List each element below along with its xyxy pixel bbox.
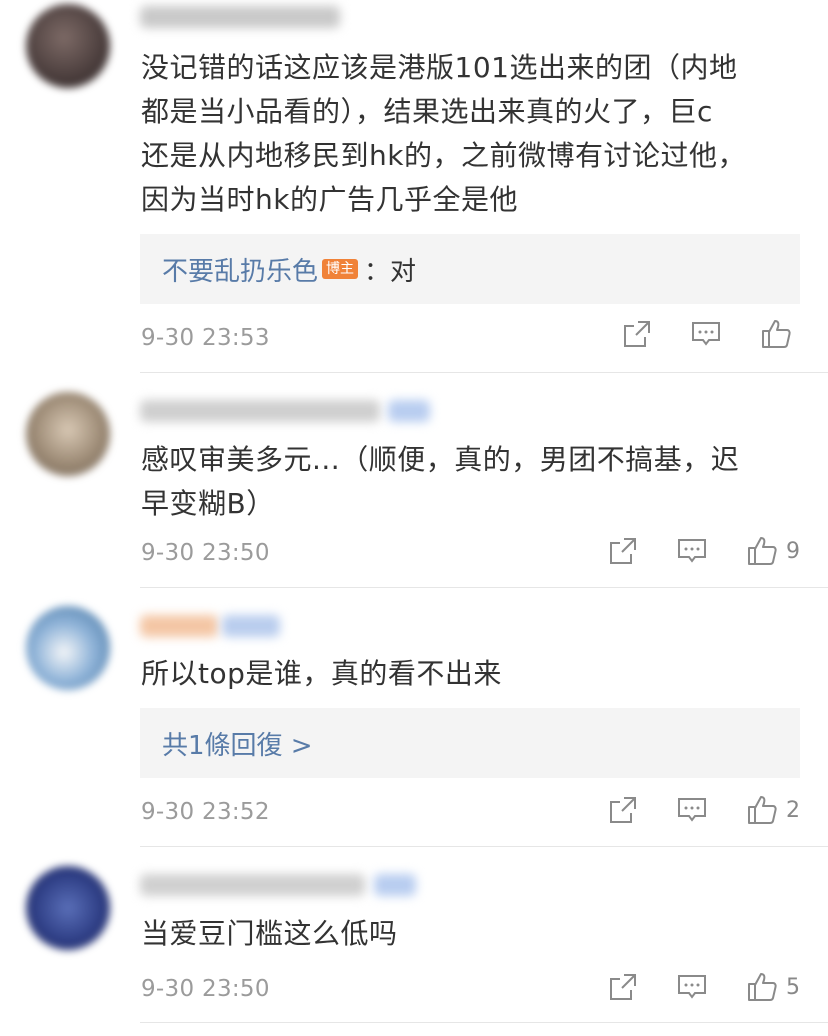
like-count: 2 <box>786 797 800 823</box>
view-replies-link[interactable]: 共1條回復 > <box>162 725 313 762</box>
like-count: 5 <box>786 974 800 1000</box>
member-badge-blurred <box>222 615 280 637</box>
comment-text: 没记错的话这应该是港版101选出来的团（内地 都是当小品看的），结果选出来真的火… <box>141 51 746 216</box>
comment-button[interactable] <box>690 319 722 349</box>
comment-text: 感叹审美多元...（顺便，真的，男团不搞基，迟 早变糊B） <box>141 443 740 520</box>
comment-time: 9-30 23:50 <box>141 540 270 566</box>
username-blurred[interactable] <box>140 400 380 422</box>
comment-icon <box>678 798 706 822</box>
share-icon <box>610 797 636 823</box>
reply-author-name[interactable]: 不要乱扔乐色 <box>162 251 318 288</box>
verified-badge-blurred <box>388 400 430 422</box>
username-blurred[interactable] <box>140 874 365 896</box>
share-button[interactable] <box>622 319 652 349</box>
comment-icon <box>678 539 706 563</box>
reply-text: ：对 <box>364 256 417 287</box>
share-button[interactable] <box>608 972 638 1002</box>
comment-button[interactable] <box>676 795 708 825</box>
comment-time: 9-30 23:53 <box>141 325 270 351</box>
comment-button[interactable] <box>676 972 708 1002</box>
comment-actions: 9 <box>608 535 800 567</box>
like-button[interactable] <box>760 318 800 350</box>
like-count: 9 <box>786 538 800 564</box>
share-button[interactable] <box>608 795 638 825</box>
replies-box[interactable]: 共1條回復 > <box>140 708 800 778</box>
comment-text: 当爱豆门槛这么低吗 <box>141 917 398 950</box>
avatar[interactable] <box>26 606 110 690</box>
divider <box>140 372 828 373</box>
verified-badge-blurred <box>374 874 416 896</box>
comment-actions: 2 <box>608 794 800 826</box>
share-button[interactable] <box>608 536 638 566</box>
avatar[interactable] <box>26 4 110 88</box>
comment-time: 9-30 23:50 <box>141 976 270 1002</box>
share-icon <box>610 974 636 1000</box>
comment-actions: 5 <box>608 971 800 1003</box>
author-reply-box[interactable]: 不要乱扔乐色 博主 ：对 <box>140 234 800 304</box>
like-button[interactable]: 2 <box>746 794 800 826</box>
avatar[interactable] <box>26 866 110 950</box>
divider <box>140 846 828 847</box>
avatar[interactable] <box>26 392 110 476</box>
username-blurred[interactable] <box>140 615 218 637</box>
share-icon <box>624 321 650 347</box>
divider <box>140 1022 828 1023</box>
comment-button[interactable] <box>676 536 708 566</box>
like-icon <box>748 973 777 1001</box>
author-badge: 博主 <box>322 259 359 279</box>
like-button[interactable]: 9 <box>746 535 800 567</box>
comment-icon <box>678 975 706 999</box>
comment-text: 所以top是谁，真的看不出来 <box>141 657 502 690</box>
share-icon <box>610 538 636 564</box>
like-icon <box>748 537 777 565</box>
like-icon <box>748 796 777 824</box>
divider <box>140 587 828 588</box>
like-button[interactable]: 5 <box>746 971 800 1003</box>
like-icon <box>762 320 791 348</box>
comment-actions <box>622 318 800 350</box>
username-blurred[interactable] <box>140 6 340 28</box>
comment-icon <box>692 322 720 346</box>
comment-time: 9-30 23:52 <box>141 799 270 825</box>
